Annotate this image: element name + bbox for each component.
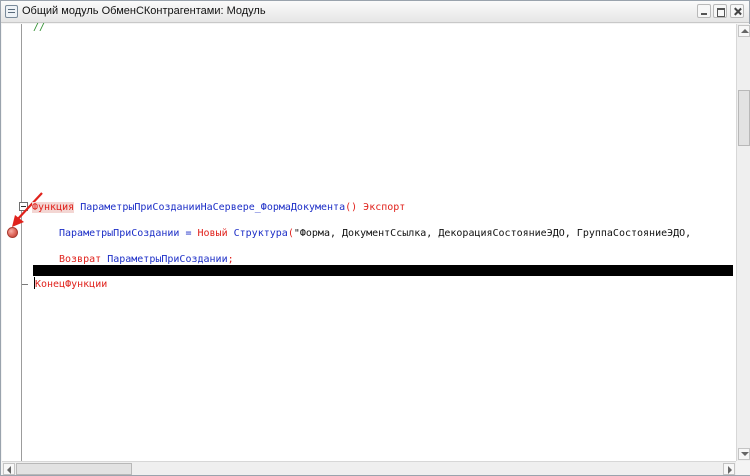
keyword-export: Экспорт <box>363 202 406 213</box>
vertical-scroll-thumb[interactable] <box>738 90 750 146</box>
code-line-function-declaration: Функция ПараметрыПриСозданииНаСервере_Фо… <box>32 201 405 214</box>
type-name: Структура <box>233 228 288 239</box>
module-window: Общий модуль ОбменСКонтрагентами: Модуль… <box>0 0 750 476</box>
scroll-right-icon[interactable] <box>723 463 735 475</box>
gutter-separator <box>21 24 22 461</box>
horizontal-scroll-thumb[interactable] <box>16 463 132 475</box>
string-literal: "Форма, ДокументСсылка, ДекорацияСостоян… <box>293 228 692 239</box>
code-editor[interactable]: // Функция ПараметрыПриСозданииНаСервере… <box>2 22 736 461</box>
function-name: ПараметрыПриСозданииНаСервере_ФормаДокум… <box>80 202 346 213</box>
code-line-return: Возврат ПараметрыПриСоздании; <box>59 253 234 266</box>
function-parens: () <box>345 202 358 213</box>
minimize-icon[interactable] <box>697 4 711 18</box>
semicolon: ; <box>227 254 234 265</box>
scroll-down-icon[interactable] <box>738 448 750 460</box>
code-line-structure-assignment: ПараметрыПриСоздании = Новый Структура("… <box>59 227 691 240</box>
keyword-return: Возврат <box>59 254 102 265</box>
horizontal-scrollbar[interactable] <box>2 461 736 475</box>
fold-end-marker <box>22 284 28 285</box>
scroll-up-icon[interactable] <box>738 25 750 37</box>
keyword-end-function: КонецФункции <box>35 279 108 290</box>
module-icon <box>5 5 18 18</box>
variable-name: ПараметрыПриСоздании <box>59 228 180 239</box>
keyword-function: Функция <box>32 202 75 213</box>
code-comment: // <box>33 22 46 33</box>
maximize-icon[interactable] <box>713 4 727 18</box>
vertical-scrollbar[interactable] <box>736 24 750 461</box>
current-line-highlight <box>33 265 733 276</box>
close-icon[interactable] <box>730 4 744 18</box>
assign-operator: = <box>179 228 198 239</box>
window-title: Общий модуль ОбменСКонтрагентами: Модуль <box>22 5 266 17</box>
code-line-end-function: КонецФункции <box>35 278 107 291</box>
scroll-left-icon[interactable] <box>3 463 15 475</box>
return-variable: ПараметрыПриСоздании <box>107 254 228 265</box>
keyword-new: Новый <box>197 228 228 239</box>
title-bar[interactable]: Общий модуль ОбменСКонтрагентами: Модуль <box>1 1 749 23</box>
scrollbar-corner <box>736 461 750 475</box>
